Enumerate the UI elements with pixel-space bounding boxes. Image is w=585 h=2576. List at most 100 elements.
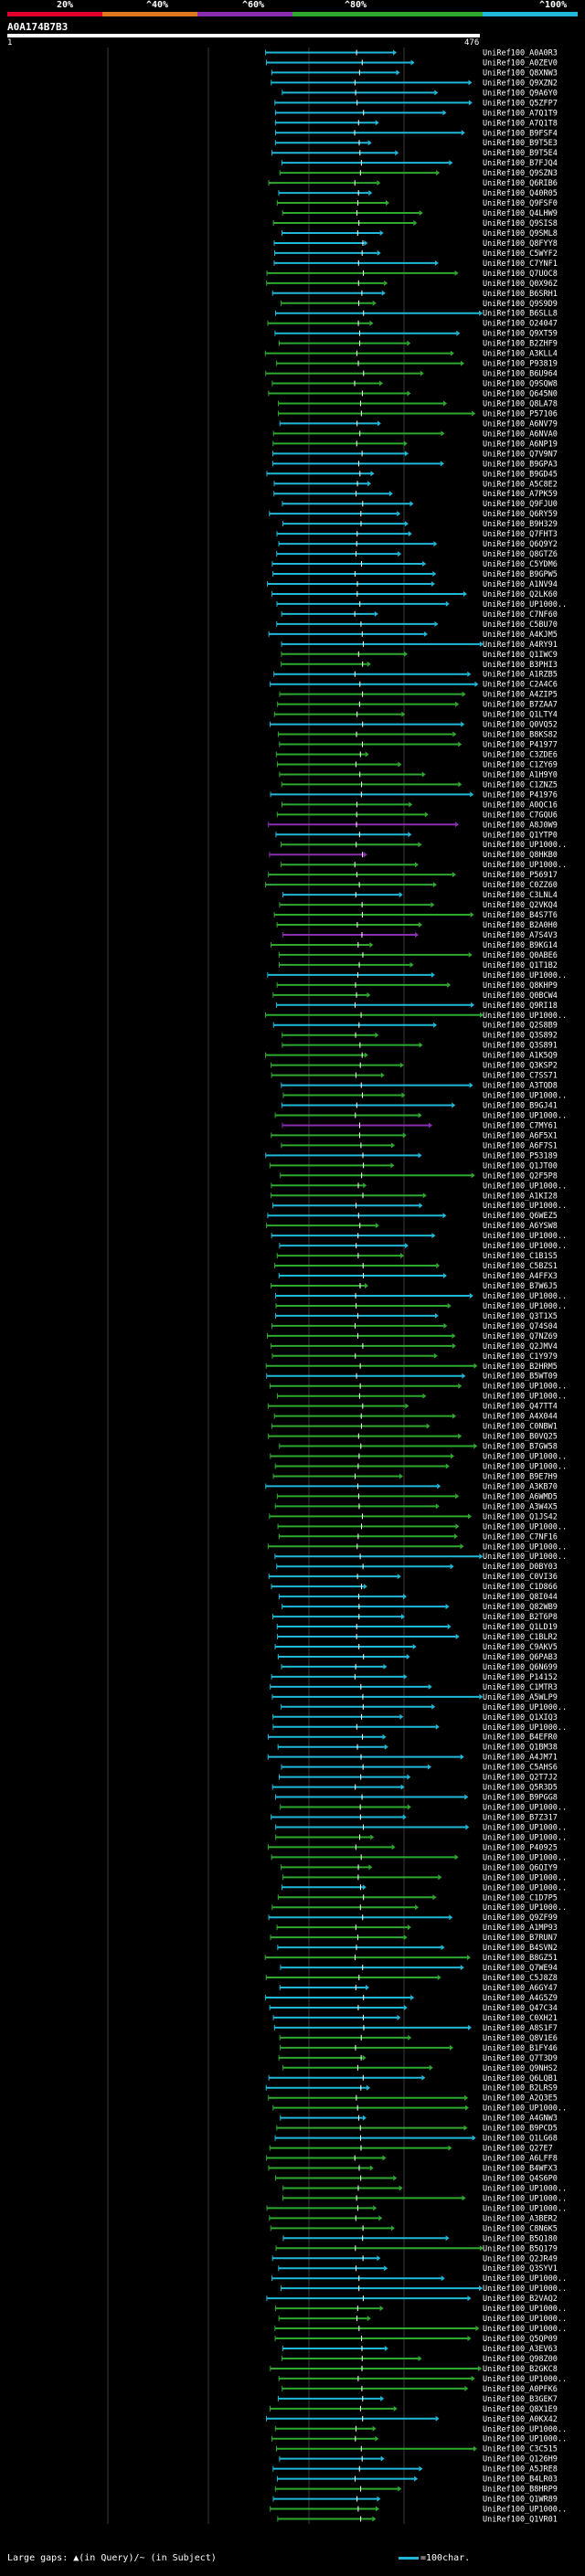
hit-label[interactable]: UniRef100_O24047 <box>483 320 558 329</box>
hit-label[interactable]: UniRef100_Q3S891 <box>483 1042 558 1051</box>
hit-label[interactable]: UniRef100_B2T6P8 <box>483 1613 558 1622</box>
hit-label[interactable]: UniRef100_UP1000.. <box>483 2506 567 2515</box>
hit-label[interactable]: UniRef100_A3W4X5 <box>483 1502 558 1511</box>
hit-label[interactable]: UniRef100_UP1000.. <box>483 2435 567 2444</box>
hit-label[interactable]: UniRef100_UP1000.. <box>483 1804 567 1813</box>
hit-label[interactable]: UniRef100_B5WT09 <box>483 1373 558 1382</box>
hit-label[interactable]: UniRef100_Q8FYY8 <box>483 239 558 249</box>
hit-label[interactable]: UniRef100_A5JRE8 <box>483 2465 558 2475</box>
hit-label[interactable]: UniRef100_Q8X1E9 <box>483 2405 558 2414</box>
hit-label[interactable]: UniRef100_C7GQU6 <box>483 811 558 820</box>
hit-label[interactable]: UniRef100_Q1LTY4 <box>483 711 558 720</box>
hit-label[interactable]: UniRef100_B7W6J5 <box>483 1282 558 1291</box>
hit-label[interactable]: UniRef100_Q3KSP2 <box>483 1062 558 1071</box>
hit-label[interactable]: UniRef100_UP1000.. <box>483 2104 567 2114</box>
hit-label[interactable]: UniRef100_Q2JR49 <box>483 2254 558 2263</box>
hit-label[interactable]: UniRef100_UP1000.. <box>483 1833 567 1842</box>
hit-label[interactable]: UniRef100_B6U964 <box>483 370 558 379</box>
hit-label[interactable]: UniRef100_A0PFK6 <box>483 2385 558 2394</box>
hit-label[interactable]: UniRef100_P14152 <box>483 1673 558 1682</box>
hit-label[interactable]: UniRef100_Q0X96Z <box>483 280 558 289</box>
hit-label[interactable]: UniRef100_B8KS82 <box>483 731 558 740</box>
hit-label[interactable]: UniRef100_Q1IWC9 <box>483 651 558 660</box>
hit-label[interactable]: UniRef100_A4G5Z9 <box>483 1994 558 2003</box>
hit-label[interactable]: UniRef100_A6GY47 <box>483 1984 558 1993</box>
hit-label[interactable]: UniRef100_P40925 <box>483 1843 558 1852</box>
hit-label[interactable]: UniRef100_Q9SQW8 <box>483 380 558 389</box>
hit-label[interactable]: UniRef100_B9GD45 <box>483 470 558 479</box>
hit-label[interactable]: UniRef100_UP1000.. <box>483 1393 567 1402</box>
hit-label[interactable]: UniRef100_UP1000.. <box>483 1462 567 1471</box>
hit-label[interactable]: UniRef100_B2GKC8 <box>483 2365 558 2374</box>
hit-label[interactable]: UniRef100_B7Z317 <box>483 1813 558 1822</box>
hit-label[interactable]: UniRef100_C0VI36 <box>483 1573 558 1582</box>
hit-label[interactable]: UniRef100_Q3SYV1 <box>483 2264 558 2274</box>
hit-label[interactable]: UniRef100_A6LFF8 <box>483 2155 558 2164</box>
hit-label[interactable]: UniRef100_A0QC16 <box>483 800 558 810</box>
hit-label[interactable]: UniRef100_Q2LK60 <box>483 590 558 599</box>
hit-label[interactable]: UniRef100_UP1000.. <box>483 1202 567 1211</box>
hit-label[interactable]: UniRef100_P41976 <box>483 790 558 800</box>
hit-label[interactable]: UniRef100_Q8KHP9 <box>483 981 558 991</box>
hit-label[interactable]: UniRef100_C7SS71 <box>483 1072 558 1081</box>
hit-label[interactable]: UniRef100_Q98Z00 <box>483 2355 558 2364</box>
hit-label[interactable]: UniRef100_UP1000.. <box>483 2375 567 2384</box>
hit-label[interactable]: UniRef100_C5YDM6 <box>483 560 558 569</box>
hit-label[interactable]: UniRef100_Q4S6P0 <box>483 2174 558 2183</box>
hit-label[interactable]: UniRef100_B9H329 <box>483 520 558 529</box>
hit-label[interactable]: UniRef100_UP1000.. <box>483 1823 567 1832</box>
hit-label[interactable]: UniRef100_UP1000.. <box>483 2204 567 2213</box>
hit-label[interactable]: UniRef100_A3BER2 <box>483 2214 558 2223</box>
hit-label[interactable]: UniRef100_Q9FJU0 <box>483 500 558 509</box>
hit-label[interactable]: UniRef100_Q1JT00 <box>483 1161 558 1171</box>
hit-label[interactable]: UniRef100_UP1000.. <box>483 2315 567 2324</box>
hit-label[interactable]: UniRef100_B9T5E4 <box>483 149 558 158</box>
hit-label[interactable]: UniRef100_Q1T1B2 <box>483 961 558 970</box>
hit-label[interactable]: UniRef100_UP1000.. <box>483 2184 567 2193</box>
hit-label[interactable]: UniRef100_A4KJM5 <box>483 631 558 640</box>
hit-label[interactable]: UniRef100_B3GEK7 <box>483 2395 558 2404</box>
hit-label[interactable]: UniRef100_UP1000.. <box>483 2305 567 2314</box>
hit-label[interactable]: UniRef100_Q9A6Y0 <box>483 89 558 98</box>
hit-label[interactable]: UniRef100_A4GNW3 <box>483 2115 558 2124</box>
hit-label[interactable]: UniRef100_A7Q1T8 <box>483 119 558 128</box>
hit-label[interactable]: UniRef100_UP1000.. <box>483 1292 567 1301</box>
hit-label[interactable]: UniRef100_UP1000.. <box>483 2325 567 2334</box>
hit-label[interactable]: UniRef100_B3PHI3 <box>483 661 558 670</box>
hit-label[interactable]: UniRef100_B4S7T6 <box>483 911 558 920</box>
hit-label[interactable]: UniRef100_UP1000.. <box>483 1111 567 1120</box>
hit-label[interactable]: UniRef100_UP1000.. <box>483 1383 567 1392</box>
hit-label[interactable]: UniRef100_Q1LD19 <box>483 1623 558 1632</box>
hit-label[interactable]: UniRef100_B2ZHF9 <box>483 340 558 349</box>
hit-label[interactable]: UniRef100_C1MTR3 <box>483 1683 558 1692</box>
hit-label[interactable]: UniRef100_A8J0W9 <box>483 821 558 830</box>
hit-label[interactable]: UniRef100_B9PCD5 <box>483 2125 558 2134</box>
hit-label[interactable]: UniRef100_Q5QP09 <box>483 2335 558 2344</box>
hit-label[interactable]: UniRef100_Q4LHW9 <box>483 209 558 218</box>
hit-label[interactable]: UniRef100_C3LNL4 <box>483 891 558 900</box>
hit-label[interactable]: UniRef100_A6WMD5 <box>483 1492 558 1501</box>
hit-label[interactable]: UniRef100_C5BZS1 <box>483 1262 558 1271</box>
hit-label[interactable]: UniRef100_A4FFX3 <box>483 1272 558 1281</box>
hit-label[interactable]: UniRef100_Q5R3D5 <box>483 1784 558 1793</box>
hit-label[interactable]: UniRef100_B4WFX3 <box>483 2165 558 2174</box>
hit-label[interactable]: UniRef100_Q9XT59 <box>483 330 558 339</box>
hit-label[interactable]: UniRef100_B0VQ25 <box>483 1433 558 1442</box>
hit-label[interactable]: UniRef100_A6F5X1 <box>483 1131 558 1140</box>
hit-label[interactable]: UniRef100_UP1000.. <box>483 1522 567 1532</box>
hit-label[interactable]: UniRef100_A2Q3E5 <box>483 2094 558 2104</box>
hit-label[interactable]: UniRef100_P41977 <box>483 741 558 750</box>
hit-label[interactable]: UniRef100_UP1000.. <box>483 1302 567 1311</box>
hit-label[interactable]: UniRef100_Q82WB9 <box>483 1603 558 1612</box>
hit-label[interactable]: UniRef100_Q645N0 <box>483 390 558 399</box>
hit-label[interactable]: UniRef100_A0A0R3 <box>483 48 558 58</box>
hit-label[interactable]: UniRef100_C0NBW1 <box>483 1423 558 1432</box>
hit-label[interactable]: UniRef100_Q74S04 <box>483 1322 558 1331</box>
hit-label[interactable]: UniRef100_B2LRS9 <box>483 2084 558 2094</box>
hit-label[interactable]: UniRef100_C1D866 <box>483 1583 558 1592</box>
hit-label[interactable]: UniRef100_A6NVA0 <box>483 429 558 439</box>
hit-label[interactable]: UniRef100_A5C8E2 <box>483 480 558 489</box>
hit-label[interactable]: UniRef100_Q9XZN2 <box>483 79 558 88</box>
hit-label[interactable]: UniRef100_B7GW58 <box>483 1443 558 1452</box>
hit-label[interactable]: UniRef100_UP1000.. <box>483 861 567 870</box>
